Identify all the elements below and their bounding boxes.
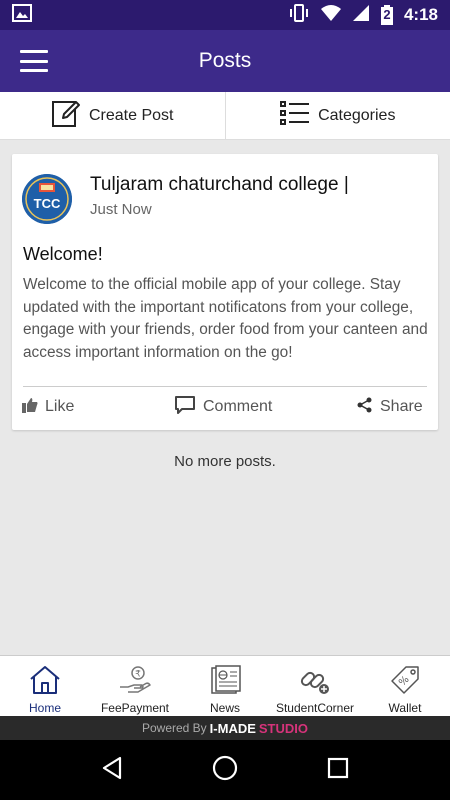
brand-name-right: STUDIO bbox=[258, 720, 309, 736]
create-post-label: Create Post bbox=[89, 106, 174, 124]
comment-label: Comment bbox=[203, 398, 273, 415]
powered-by-footer: Powered By I-MADE STUDIO bbox=[0, 716, 450, 740]
page-title: Posts bbox=[198, 49, 252, 72]
categories-label: Categories bbox=[318, 106, 396, 124]
nav-item-news[interactable]: News bbox=[180, 656, 270, 716]
feed-end-text: No more posts. bbox=[174, 453, 276, 470]
thumbs-up-icon bbox=[22, 397, 38, 418]
divider bbox=[23, 386, 427, 387]
post-time: Just Now bbox=[90, 201, 152, 218]
status-bar: 2 4:18 bbox=[0, 0, 450, 30]
bottom-nav: Home ₹ FeePayment News StudentCorner % W… bbox=[0, 655, 450, 716]
system-nav-bar bbox=[0, 740, 450, 800]
comment-button[interactable]: Comment bbox=[174, 394, 272, 420]
wallet-icon: % bbox=[388, 664, 422, 696]
post-card: TCC Tuljaram chaturchand college | Just … bbox=[12, 154, 438, 430]
battery-icon: 2 bbox=[380, 5, 394, 25]
list-icon bbox=[280, 100, 310, 131]
back-icon bbox=[101, 756, 123, 785]
fee-payment-icon: ₹ bbox=[118, 664, 152, 696]
create-post-button[interactable]: Create Post bbox=[0, 92, 225, 139]
post-feed[interactable]: TCC Tuljaram chaturchand college | Just … bbox=[0, 140, 450, 655]
signal-icon bbox=[352, 4, 370, 27]
share-icon bbox=[357, 397, 373, 418]
share-label: Share bbox=[380, 398, 423, 415]
menu-icon[interactable] bbox=[20, 50, 48, 72]
home-circle-icon bbox=[212, 755, 238, 786]
categories-button[interactable]: Categories bbox=[224, 92, 450, 139]
nav-label-fee-payment: FeePayment bbox=[100, 701, 170, 715]
recents-icon bbox=[327, 757, 349, 784]
avatar-text: TCC bbox=[34, 196, 61, 211]
news-icon bbox=[208, 664, 242, 696]
status-time: 4:18 bbox=[403, 5, 438, 24]
recents-button[interactable] bbox=[318, 750, 358, 790]
post-title: Welcome! bbox=[23, 244, 103, 264]
student-corner-icon bbox=[298, 664, 332, 696]
app-bar: Posts bbox=[0, 30, 450, 92]
post-action-bar: Create Post Categories bbox=[0, 92, 450, 140]
like-button[interactable]: Like bbox=[22, 394, 74, 420]
status-icons: 2 4:18 bbox=[288, 3, 438, 28]
image-notification-icon bbox=[12, 3, 32, 27]
nav-label-student-corner: StudentCorner bbox=[275, 701, 355, 715]
edit-icon bbox=[51, 98, 81, 133]
vibrate-icon bbox=[288, 3, 310, 28]
nav-item-wallet[interactable]: % Wallet bbox=[360, 656, 450, 716]
post-author[interactable]: Tuljaram chaturchand college | bbox=[90, 174, 349, 196]
avatar[interactable]: TCC bbox=[22, 174, 72, 224]
nav-label-wallet: Wallet bbox=[388, 701, 422, 715]
comment-icon bbox=[174, 395, 196, 420]
svg-text:%: % bbox=[397, 674, 412, 689]
battery-level: 2 bbox=[383, 7, 391, 22]
post-actions: Like Comment Share bbox=[12, 394, 438, 424]
share-button[interactable]: Share bbox=[357, 394, 423, 420]
nav-label-news: News bbox=[209, 701, 240, 715]
nav-item-student-corner[interactable]: StudentCorner bbox=[270, 656, 360, 716]
nav-item-fee-payment[interactable]: ₹ FeePayment bbox=[90, 656, 180, 716]
like-label: Like bbox=[45, 398, 75, 415]
brand-name-left: I-MADE bbox=[209, 720, 256, 736]
svg-text:₹: ₹ bbox=[135, 670, 141, 680]
home-icon bbox=[28, 664, 62, 696]
home-button[interactable] bbox=[205, 750, 245, 790]
nav-item-home[interactable]: Home bbox=[0, 656, 90, 716]
powered-by-text: Powered By bbox=[141, 721, 207, 735]
nav-label-home: Home bbox=[28, 701, 61, 715]
post-body: Welcome to the official mobile app of yo… bbox=[23, 276, 428, 361]
back-button[interactable] bbox=[92, 750, 132, 790]
wifi-icon bbox=[320, 4, 342, 27]
